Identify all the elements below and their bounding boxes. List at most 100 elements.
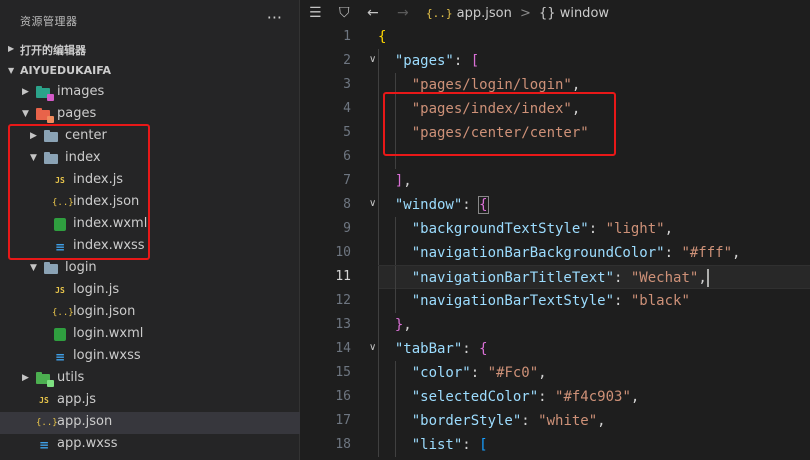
back-arrow-icon[interactable]: ← <box>367 5 379 21</box>
indent-guide <box>378 313 379 337</box>
list-icon[interactable]: ☰ <box>309 5 322 21</box>
breadcrumb-file[interactable]: app.json <box>457 6 512 21</box>
tree-item[interactable]: ▶ images <box>0 82 300 104</box>
breadcrumb: {..} app.json > {} window <box>426 6 609 21</box>
code-token: , <box>597 413 606 429</box>
code-line[interactable]: "backgroundTextStyle": "light", <box>378 217 810 241</box>
folder-icon <box>36 371 54 387</box>
wxml-file-icon <box>54 328 66 341</box>
indent-guide <box>395 241 396 265</box>
breadcrumb-symbol[interactable]: window <box>560 6 609 21</box>
code-token: "navigationBarTitleText" <box>411 270 615 286</box>
line-number: 13 <box>335 317 351 332</box>
chevron-down-icon[interactable]: ▼ <box>22 109 29 119</box>
code-token: : <box>521 413 539 429</box>
tree-item[interactable]: JS login.js <box>0 280 300 302</box>
line-number: 5 <box>343 125 351 140</box>
explorer-title: 资源管理器 <box>20 15 78 28</box>
code-line[interactable]: "navigationBarTitleText": "Wechat", <box>378 265 810 290</box>
breadcrumb-separator: > <box>519 6 531 21</box>
indent-guide <box>378 361 379 385</box>
fold-chevron-icon[interactable]: ∨ <box>369 198 376 209</box>
wxss-file-icon: ≡ <box>38 438 50 452</box>
tree-item-label: login.js <box>73 282 120 297</box>
tree-item-label: utils <box>57 370 85 385</box>
tree-item[interactable]: {..} app.json <box>0 412 300 434</box>
line-number: 11 <box>335 269 351 284</box>
folder-open-icon <box>36 107 54 123</box>
tree-item[interactable]: ≡ login.wxss <box>0 346 300 368</box>
code-line[interactable]: ], <box>378 169 810 193</box>
code-token: : <box>453 53 471 69</box>
chevron-down-icon[interactable]: ▼ <box>30 263 37 273</box>
annotation-box-index-folder <box>8 124 150 260</box>
json-file-icon: {..} <box>52 308 74 318</box>
code-token: , <box>732 245 741 261</box>
code-token: "navigationBarBackgroundColor" <box>411 245 665 261</box>
line-number: 9 <box>343 221 351 236</box>
code-token: "navigationBarTextStyle" <box>411 293 615 309</box>
code-line[interactable]: "borderStyle": "white", <box>378 409 810 433</box>
annotation-box-pages-list <box>383 92 616 156</box>
code-token: : <box>462 341 480 357</box>
code-line[interactable]: "color": "#Fc0", <box>378 361 810 385</box>
line-number: 14 <box>335 341 351 356</box>
tree-item[interactable]: ≡ app.wxss <box>0 434 300 456</box>
more-actions-icon[interactable]: ··· <box>267 8 282 27</box>
tree-item[interactable]: ▼ pages <box>0 104 300 126</box>
line-number: 16 <box>335 389 351 404</box>
chevron-right-icon[interactable]: ▶ <box>22 373 29 383</box>
code-line[interactable]: { <box>378 25 810 49</box>
code-token: "window" <box>394 197 463 213</box>
code-line[interactable]: "list": [ <box>378 433 810 457</box>
code-line[interactable]: "tabBar": { <box>378 337 810 361</box>
folder-open-icon <box>44 261 60 277</box>
line-number: 4 <box>343 101 351 116</box>
editor-toolbar: ☰ ⛉ ← → {..} app.json > {} window <box>301 0 810 28</box>
fold-chevron-icon[interactable]: ∨ <box>369 54 376 65</box>
code-line[interactable]: "pages": [ <box>378 49 810 73</box>
code-line[interactable]: "selectedColor": "#f4c903", <box>378 385 810 409</box>
tree-item[interactable]: {..} login.json <box>0 302 300 324</box>
code-token: "color" <box>411 365 471 381</box>
code-line[interactable]: }, <box>378 313 810 337</box>
project-section[interactable]: ▼ AIYUEDUKAIFA <box>0 60 300 82</box>
chevron-right-icon[interactable]: ▶ <box>22 87 29 97</box>
tree-item[interactable]: login.wxml <box>0 324 300 346</box>
tree-item-label: images <box>57 84 105 99</box>
open-editors-section[interactable]: ▶ 打开的编辑器 <box>0 38 300 60</box>
fold-chevron-icon[interactable]: ∨ <box>369 342 376 353</box>
bookmark-icon[interactable]: ⛉ <box>339 5 350 21</box>
line-number: 10 <box>335 245 351 260</box>
indent-guide <box>378 337 379 361</box>
code-line[interactable]: "window": { <box>378 193 810 217</box>
tree-item-label: login.wxml <box>73 326 144 341</box>
indent-guide <box>378 266 379 290</box>
code-line[interactable]: "navigationBarBackgroundColor": "#fff", <box>378 241 810 265</box>
code-token: , <box>698 270 707 286</box>
code-token: : <box>462 437 480 453</box>
tree-item[interactable]: ▶ utils <box>0 368 300 390</box>
indent-guide <box>378 49 379 73</box>
code-token: "list" <box>411 437 463 453</box>
code-token: , <box>403 173 412 189</box>
tree-item[interactable]: JS app.js <box>0 390 300 412</box>
code-token: [ <box>479 437 488 453</box>
code-token: : <box>538 389 556 405</box>
code-token: { <box>479 341 488 357</box>
indent-guide <box>395 217 396 241</box>
code-token: "white" <box>538 413 598 429</box>
code-token: { <box>478 196 489 214</box>
code-line[interactable]: "navigationBarTextStyle": "black" <box>378 289 810 313</box>
object-symbol-icon: {} <box>539 6 556 21</box>
tree-item[interactable]: ▼ login <box>0 258 300 280</box>
tree-item-label: app.json <box>57 414 113 429</box>
code-token: : <box>588 221 606 237</box>
line-number: 1 <box>343 29 351 44</box>
code-token: , <box>571 77 581 93</box>
indent-guide <box>395 385 396 409</box>
forward-arrow-icon[interactable]: → <box>397 5 409 21</box>
code-token: "pages/login/login" <box>411 77 572 93</box>
